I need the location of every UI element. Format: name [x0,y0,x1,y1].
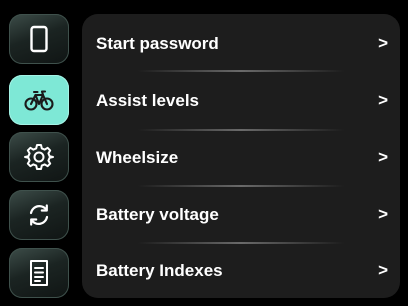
sidebar-settings-button[interactable] [9,132,69,182]
menu-item-label: Wheelsize [96,148,179,167]
sidebar-document-button[interactable] [9,248,69,298]
settings-menu-panel: Start password > Assist levels > Wheelsi… [82,14,400,298]
menu-item-battery-voltage[interactable]: Battery voltage > [82,187,400,243]
refresh-icon [29,204,49,226]
chevron-right-icon: > [378,147,388,167]
menu-item-label: Battery Indexes [96,261,223,280]
sidebar-refresh-button[interactable] [9,190,69,240]
menu-item-label: Battery voltage [96,205,219,224]
icon-sidebar [0,0,82,306]
chevron-right-icon: > [378,204,388,224]
document-icon [30,260,48,286]
menu-item-battery-indexes[interactable]: Battery Indexes > [82,243,400,298]
sidebar-phone-button[interactable] [9,14,69,64]
menu-item-start-password[interactable]: Start password > [82,16,400,72]
menu-item-label: Start password [96,34,219,53]
bicycle-icon [24,90,54,111]
chevron-right-icon: > [378,260,388,280]
phone-icon [30,25,48,53]
menu-item-wheelsize[interactable]: Wheelsize > [82,130,400,186]
gear-icon [24,144,54,170]
sidebar-bicycle-button[interactable] [9,75,69,125]
menu-item-label: Assist levels [96,91,200,110]
divider [138,70,344,72]
chevron-right-icon: > [378,33,388,53]
chevron-right-icon: > [378,90,388,110]
menu-item-assist-levels[interactable]: Assist levels > [82,73,400,129]
